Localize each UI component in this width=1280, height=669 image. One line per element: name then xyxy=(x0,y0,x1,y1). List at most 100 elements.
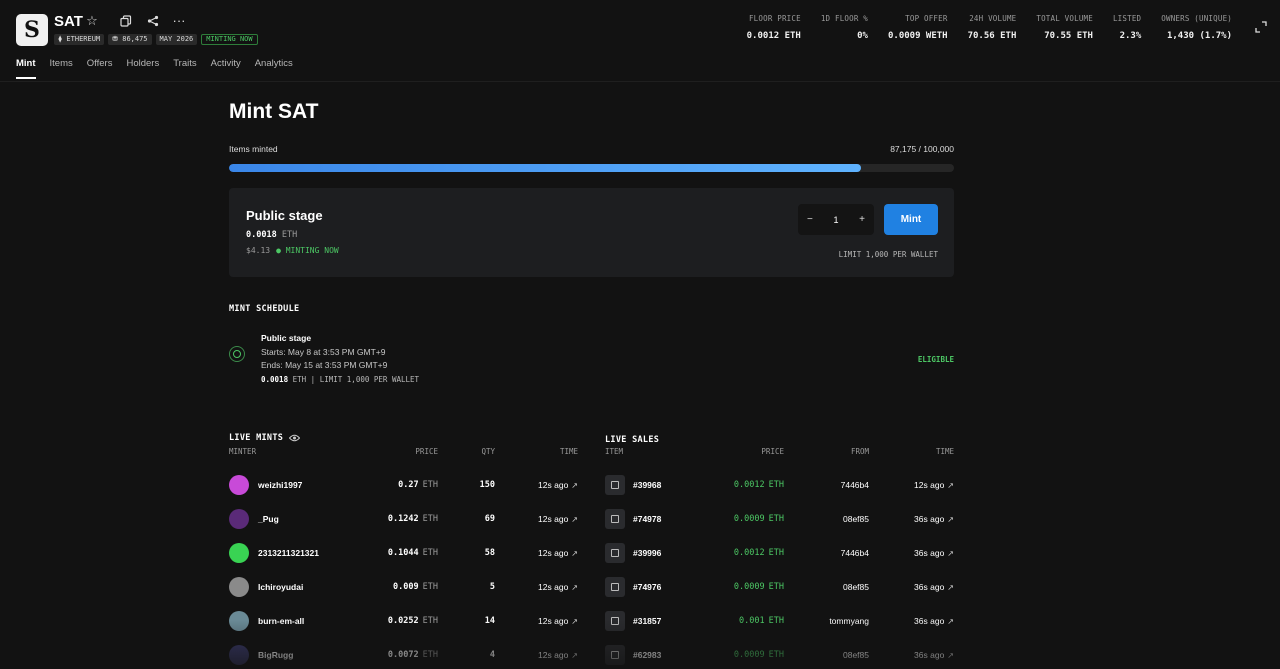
price-unit: ETH xyxy=(422,480,438,490)
sale-row[interactable]: #39996 0.0012 ETH 7446b4 36s ago ↗ xyxy=(605,541,954,575)
tab-mint[interactable]: Mint xyxy=(16,58,36,79)
expand-icon[interactable] xyxy=(1254,20,1268,34)
image-icon[interactable] xyxy=(605,543,625,563)
external-link-icon[interactable]: ↗ xyxy=(571,481,578,490)
time-cell[interactable]: 36s ago ↗ xyxy=(914,643,954,667)
minter-name[interactable]: Ichiroyudai xyxy=(258,582,303,592)
tab-holders[interactable]: Holders xyxy=(126,58,159,79)
time-cell[interactable]: 12s ago ↗ xyxy=(538,643,578,667)
mint-row[interactable]: BigRugg 0.0072 ETH 4 12s ago ↗ xyxy=(229,643,578,669)
image-icon[interactable] xyxy=(605,645,625,665)
external-link-icon[interactable]: ↗ xyxy=(571,651,578,660)
eye-icon[interactable] xyxy=(289,429,301,447)
time-cell[interactable]: 36s ago ↗ xyxy=(914,575,954,599)
schedule-stage-title: Public stage xyxy=(261,333,312,343)
time-cell[interactable]: 12s ago ↗ xyxy=(538,507,578,531)
items-minted-row: Items minted 87,175 / 100,000 xyxy=(229,144,954,154)
item-id[interactable]: #39996 xyxy=(633,548,661,558)
collection-logo[interactable]: S xyxy=(16,14,48,46)
schedule-item: Public stage Starts: May 8 at 3:53 PM GM… xyxy=(229,333,954,384)
item-id[interactable]: #74978 xyxy=(633,514,661,524)
tab-offers[interactable]: Offers xyxy=(87,58,113,79)
price-value: 0.1242 xyxy=(387,514,419,524)
avatar[interactable] xyxy=(229,577,249,597)
from-cell[interactable]: 08ef85 xyxy=(843,575,869,599)
external-link-icon[interactable]: ↗ xyxy=(947,549,954,558)
sale-row[interactable]: #31857 0.001 ETH tommyang 36s ago ↗ xyxy=(605,609,954,643)
item-id[interactable]: #39968 xyxy=(633,480,661,490)
item-id[interactable]: #62983 xyxy=(633,650,661,660)
image-icon[interactable] xyxy=(605,577,625,597)
stage-title: Public stage xyxy=(246,208,323,223)
time-cell[interactable]: 12s ago ↗ xyxy=(538,575,578,599)
minter-name[interactable]: BigRugg xyxy=(258,650,293,660)
stat-label: OWNERS (UNIQUE) xyxy=(1161,14,1232,23)
item-cell: #39968 xyxy=(605,473,661,497)
tab-activity[interactable]: Activity xyxy=(211,58,241,79)
schedule-starts: Starts: May 8 at 3:53 PM GMT+9 xyxy=(261,347,386,357)
image-icon[interactable] xyxy=(605,475,625,495)
avatar[interactable] xyxy=(229,645,249,665)
item-id[interactable]: #74976 xyxy=(633,582,661,592)
from-cell[interactable]: 7446b4 xyxy=(841,541,869,565)
time-cell[interactable]: 12s ago ↗ xyxy=(538,609,578,633)
share-icon[interactable] xyxy=(146,14,160,28)
time-cell[interactable]: 36s ago ↗ xyxy=(914,507,954,531)
external-link-icon[interactable]: ↗ xyxy=(947,481,954,490)
external-link-icon[interactable]: ↗ xyxy=(571,617,578,626)
item-id[interactable]: #31857 xyxy=(633,616,661,626)
from-cell[interactable]: tommyang xyxy=(829,609,869,633)
minter-name[interactable]: _Pug xyxy=(258,514,279,524)
time-cell[interactable]: 12s ago ↗ xyxy=(914,473,954,497)
time-cell[interactable]: 12s ago ↗ xyxy=(538,541,578,565)
time-cell[interactable]: 12s ago ↗ xyxy=(538,473,578,497)
from-cell[interactable]: 08ef85 xyxy=(843,643,869,667)
external-link-icon[interactable]: ↗ xyxy=(571,549,578,558)
minter-name[interactable]: weizhi1997 xyxy=(258,480,302,490)
minter-name[interactable]: 2313211321321 xyxy=(258,548,319,558)
avatar[interactable] xyxy=(229,611,249,631)
time-cell[interactable]: 36s ago ↗ xyxy=(914,541,954,565)
price-unit: ETH xyxy=(768,480,784,490)
external-link-icon[interactable]: ↗ xyxy=(571,515,578,524)
price-unit: ETH xyxy=(422,650,438,660)
star-icon[interactable]: ☆ xyxy=(85,14,99,28)
mint-row[interactable]: 2313211321321 0.1044 ETH 58 12s ago ↗ xyxy=(229,541,578,575)
image-icon[interactable] xyxy=(605,611,625,631)
external-link-icon[interactable]: ↗ xyxy=(947,651,954,660)
decrement-button[interactable]: − xyxy=(807,214,813,225)
more-options-icon[interactable]: ··· xyxy=(172,14,186,28)
column-header-time: TIME xyxy=(935,447,954,456)
qty-cell: 58 xyxy=(484,548,495,558)
external-link-icon[interactable]: ↗ xyxy=(947,583,954,592)
mint-button[interactable]: Mint xyxy=(884,204,938,235)
sale-row[interactable]: #74978 0.0009 ETH 08ef85 36s ago ↗ xyxy=(605,507,954,541)
avatar[interactable] xyxy=(229,509,249,529)
time-cell[interactable]: 36s ago ↗ xyxy=(914,609,954,633)
column-header-time: TIME xyxy=(559,447,578,456)
quantity-value[interactable]: 1 xyxy=(833,215,838,225)
increment-button[interactable]: + xyxy=(859,214,865,225)
avatar[interactable] xyxy=(229,543,249,563)
sale-row[interactable]: #74976 0.0009 ETH 08ef85 36s ago ↗ xyxy=(605,575,954,609)
sale-row[interactable]: #39968 0.0012 ETH 7446b4 12s ago ↗ xyxy=(605,473,954,507)
stat-value: 0.0009 WETH xyxy=(887,31,948,41)
from-cell[interactable]: 08ef85 xyxy=(843,507,869,531)
tab-traits[interactable]: Traits xyxy=(173,58,196,79)
external-link-icon[interactable]: ↗ xyxy=(571,583,578,592)
tab-analytics[interactable]: Analytics xyxy=(255,58,293,79)
mint-row[interactable]: _Pug 0.1242 ETH 69 12s ago ↗ xyxy=(229,507,578,541)
tab-items[interactable]: Items xyxy=(50,58,73,79)
from-cell[interactable]: 7446b4 xyxy=(841,473,869,497)
avatar[interactable] xyxy=(229,475,249,495)
minter-name[interactable]: burn-em-all xyxy=(258,616,304,626)
sale-row[interactable]: #62983 0.0009 ETH 08ef85 36s ago ↗ xyxy=(605,643,954,669)
external-link-icon[interactable]: ↗ xyxy=(947,617,954,626)
copy-icon[interactable] xyxy=(119,14,133,28)
image-icon[interactable] xyxy=(605,509,625,529)
mint-row[interactable]: burn-em-all 0.0252 ETH 14 12s ago ↗ xyxy=(229,609,578,643)
mint-row[interactable]: weizhi1997 0.27 ETH 150 12s ago ↗ xyxy=(229,473,578,507)
mint-row[interactable]: Ichiroyudai 0.009 ETH 5 12s ago ↗ xyxy=(229,575,578,609)
stage-price-value: 0.0018 xyxy=(246,230,277,240)
external-link-icon[interactable]: ↗ xyxy=(947,515,954,524)
